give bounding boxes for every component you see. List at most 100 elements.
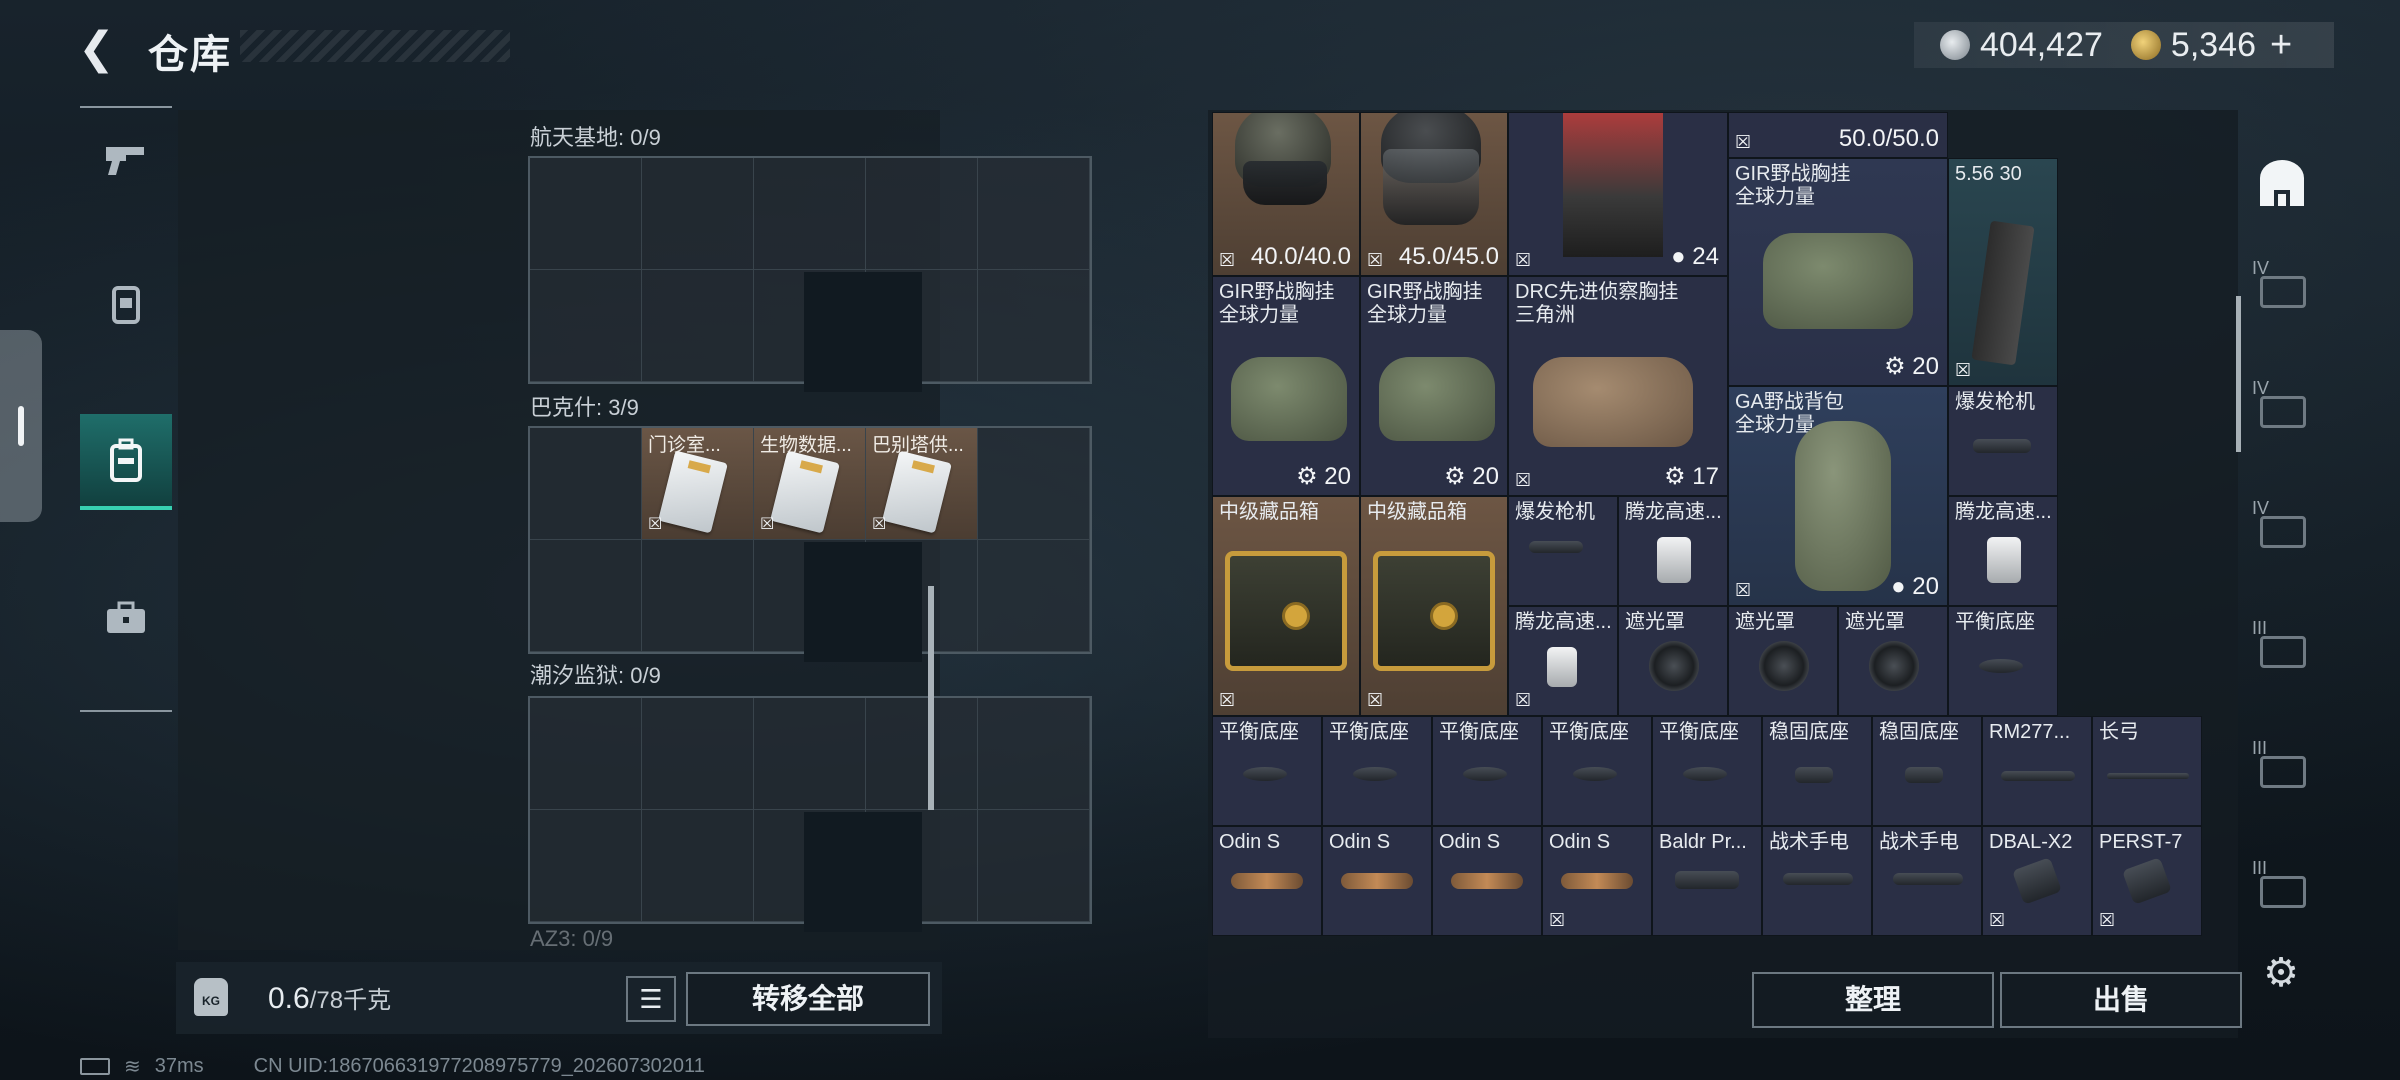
stash-odin-s-2[interactable]: Odin S <box>1322 826 1432 936</box>
no-lock-icon: ☒ <box>1515 690 1532 710</box>
backpack-category-icon[interactable] <box>2246 130 2316 234</box>
weapon-category-icon[interactable]: IV <box>2246 240 2316 344</box>
stash-lens-hood-3[interactable]: 遮光罩 <box>1838 606 1948 716</box>
container-category-icon[interactable]: IV <box>2246 360 2316 464</box>
backpack-icon[interactable] <box>80 414 172 510</box>
item-count: ⚙ 17 <box>1664 463 1719 490</box>
stash-stable-base-1[interactable]: 稳固底座 <box>1762 716 1872 826</box>
stash-balance-base-4[interactable]: 平衡底座 <box>1432 716 1542 826</box>
no-lock-icon: ☒ <box>1735 580 1752 600</box>
stash-lens-hood-2[interactable]: 遮光罩 <box>1728 606 1838 716</box>
container-list-scrollbar[interactable] <box>928 586 934 810</box>
gun-part-category-icon[interactable]: III <box>2246 600 2316 704</box>
stash-tenglong-3[interactable]: 腾龙高速... ☒ <box>1508 606 1618 716</box>
container-list: 航天基地: 0/9 巴克什: 3/9 门诊室... ☒ 生物数据... ☒ 巴别… <box>178 110 1092 951</box>
stash-gir-vest-1[interactable]: GIR野战胸挂 全球力量 ⚙ 20 <box>1212 276 1360 496</box>
stash-odin-s-4[interactable]: Odin S ☒ <box>1542 826 1652 936</box>
stash-balance-base-1[interactable]: 平衡底座 <box>1948 606 2058 716</box>
title-decoration <box>240 30 510 62</box>
side-drawer-handle[interactable] <box>0 330 42 522</box>
flashlight-icon <box>1675 871 1739 889</box>
chest-rig-icon <box>1763 233 1913 329</box>
gold-currency-value: 5,346 <box>2170 25 2256 64</box>
user-uid: CN UID:186706631977208975779_20260730201… <box>253 1055 705 1077</box>
base-icon <box>1463 767 1507 781</box>
stash-ga-backpack[interactable]: GA野战背包 全球力量 ☒ ● 20 <box>1728 386 1948 606</box>
scope-icon <box>1231 873 1303 889</box>
sell-button[interactable]: 出售 <box>2000 972 2242 1028</box>
stash-stable-base-2[interactable]: 稳固底座 <box>1872 716 1982 826</box>
stash-tenglong-2[interactable]: 腾龙高速... <box>1948 496 2058 606</box>
no-lock-icon: ☒ <box>1367 250 1384 270</box>
no-lock-icon: ☒ <box>1515 250 1532 270</box>
item-document-1[interactable]: 门诊室... ☒ <box>642 428 754 540</box>
back-arrow-icon[interactable]: ❮ <box>78 24 118 74</box>
sort-button[interactable]: 整理 <box>1752 972 1994 1028</box>
magazine-icon <box>1971 220 2035 366</box>
bolt-icon <box>1529 541 1583 553</box>
lens-hood-icon <box>1869 641 1919 691</box>
item-document-3[interactable]: 巴别塔供... ☒ <box>866 428 978 540</box>
add-currency-button[interactable]: + <box>2270 24 2292 67</box>
stash-chest-rig[interactable]: ☒ ● 24 <box>1508 112 1728 276</box>
weight-value: 0.6/78千克 <box>268 982 392 1015</box>
transfer-all-button[interactable]: 转移全部 <box>686 972 930 1026</box>
stash-burst-bolt-1[interactable]: 爆发枪机 <box>1948 386 2058 496</box>
list-view-button[interactable]: ☰ <box>626 976 676 1022</box>
stash-crate-2[interactable]: 中级藏品箱 ☒ <box>1360 496 1508 716</box>
stash-tactical-light-1[interactable]: 战术手电 <box>1762 826 1872 936</box>
no-lock-icon: ☒ <box>1515 470 1532 490</box>
crate-icon <box>1373 551 1495 671</box>
stash-helmet-1[interactable]: ☒ 40.0/40.0 <box>1212 112 1360 276</box>
lens-hood-icon <box>1649 641 1699 691</box>
stash-balance-base-5[interactable]: 平衡底座 <box>1542 716 1652 826</box>
chest-rig-icon <box>1379 357 1495 441</box>
stash-grid[interactable]: ☒ 40.0/40.0 ☒ 45.0/45.0 ☒ ● 24 ☒ 50.0/50… <box>1212 112 2234 954</box>
flashlight-icon <box>1783 873 1853 885</box>
stash-balance-base-6[interactable]: 平衡底座 <box>1652 716 1762 826</box>
vehicle-category-icon[interactable]: IV <box>2246 480 2316 584</box>
stash-burst-bolt-2[interactable]: 爆发枪机 <box>1508 496 1618 606</box>
item-document-2[interactable]: 生物数据... ☒ <box>754 428 866 540</box>
gun-icon[interactable] <box>80 114 172 206</box>
stash-balance-base-2[interactable]: 平衡底座 <box>1212 716 1322 826</box>
crate-icon <box>1225 551 1347 671</box>
container-label-bakhsh: 巴克什: 3/9 <box>530 395 639 420</box>
no-lock-icon: ☒ <box>760 516 775 533</box>
document-card-icon <box>770 450 840 534</box>
stash-odin-s-3[interactable]: Odin S <box>1432 826 1542 936</box>
gun-part-icon <box>1657 537 1691 583</box>
base-icon <box>1979 659 2023 673</box>
stash-baldr[interactable]: Baldr Pr... <box>1652 826 1762 936</box>
lens-hood-icon <box>1759 641 1809 691</box>
battery-icon <box>80 1058 110 1075</box>
base-icon <box>1243 767 1287 781</box>
scope-icon <box>1341 873 1413 889</box>
stash-lens-hood-1[interactable]: 遮光罩 <box>1618 606 1728 716</box>
armor-icon[interactable] <box>80 258 172 350</box>
left-category-nav <box>80 108 172 712</box>
item-count: ⚙ 20 <box>1296 463 1351 490</box>
stash-magazine[interactable]: 5.56 30 ☒ <box>1948 158 2058 386</box>
stash-balance-base-3[interactable]: 平衡底座 <box>1322 716 1432 826</box>
durability-value: 50.0/50.0 <box>1838 125 1939 152</box>
scope-icon <box>1451 873 1523 889</box>
document-card-icon <box>658 450 728 534</box>
stash-gir-vest-4[interactable]: GIR野战胸挂 全球力量 ⚙ 20 <box>1728 158 1948 386</box>
gear-icon[interactable]: ⚙ <box>2258 950 2304 996</box>
stash-odin-s-1[interactable]: Odin S <box>1212 826 1322 936</box>
sight-category-icon[interactable]: III <box>2246 840 2316 944</box>
item-count: ⚙ 20 <box>1444 463 1499 490</box>
stash-armor-top[interactable]: ☒ 50.0/50.0 <box>1728 112 1948 158</box>
stash-gir-vest-2[interactable]: GIR野战胸挂 全球力量 ⚙ 20 <box>1360 276 1508 496</box>
barrel-category-icon[interactable]: III <box>2246 720 2316 824</box>
no-lock-icon: ☒ <box>1955 360 1972 380</box>
stash-helmet-2[interactable]: ☒ 45.0/45.0 <box>1360 112 1508 276</box>
stash-crate-1[interactable]: 中级藏品箱 ☒ <box>1212 496 1360 716</box>
container-label-az3: AZ3: 0/9 <box>530 926 614 951</box>
stash-drc-vest[interactable]: DRC先进侦察胸挂 三角洲 ☒ ⚙ 17 <box>1508 276 1728 496</box>
briefcase-icon[interactable] <box>80 572 172 664</box>
stash-tenglong-1[interactable]: 腾龙高速... <box>1618 496 1728 606</box>
stash-scrollbar[interactable] <box>2236 296 2241 452</box>
stash-tactical-light-2[interactable]: 战术手电 <box>1872 826 1982 936</box>
